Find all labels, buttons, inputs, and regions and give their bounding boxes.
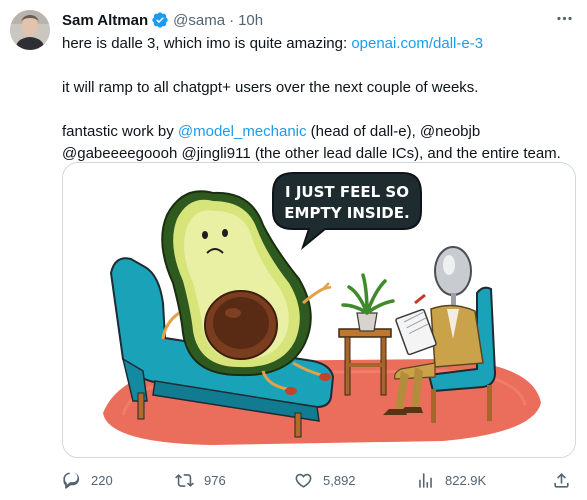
speech-text-line-1: I JUST FEEL SO [285,183,409,201]
paragraph-2: it will ramp to all chatgpt+ users over … [62,79,479,96]
paragraph-1: here is dalle 3, which imo is quite amaz… [62,33,577,55]
repost-count: 976 [204,472,226,488]
action-bar: 220 976 5,892 822.9K [62,468,577,492]
dalle-link[interactable]: openai.com/dall-e-3 [351,35,483,52]
views-count: 822.9K [445,472,487,488]
tweet: Sam Altman @sama · 10h here is dalle 3, … [0,0,587,500]
author-name[interactable]: Sam Altman [62,12,148,29]
repost-button[interactable]: 976 [175,468,226,492]
speech-text-line-2: EMPTY INSIDE. [284,204,409,222]
like-icon [295,473,312,488]
tweet-text: here is dalle 3, which imo is quite amaz… [62,33,577,165]
paragraph-3-prefix: fantastic work by [62,123,178,140]
tweet-header: Sam Altman @sama · 10h [62,10,263,30]
paragraph-3-rest: (head of dall-e), @neobjb [306,123,481,140]
share-button[interactable] [552,468,571,492]
views-button[interactable]: 822.9K [416,468,486,492]
share-icon [554,472,569,488]
more-options-icon[interactable] [550,6,578,30]
like-button[interactable]: 5,892 [294,468,356,492]
reply-count: 220 [91,472,113,488]
repost-icon [175,473,194,487]
illustration: I JUST FEEL SO EMPTY INSIDE. [63,163,575,457]
author-handle[interactable]: @sama [173,12,225,29]
timestamp[interactable]: 10h [238,12,263,29]
reply-button[interactable]: 220 [62,468,113,492]
reply-icon [63,472,80,489]
tweet-image[interactable]: I JUST FEEL SO EMPTY INSIDE. [62,162,576,458]
avatar[interactable] [10,10,50,50]
separator-dot: · [229,11,235,29]
avatar-image [10,10,50,50]
like-count: 5,892 [323,472,356,488]
plant-pot [356,312,378,332]
paragraph-3-line-1: fantastic work by @model_mechanic (head … [62,121,577,143]
verified-badge-icon [151,11,169,29]
views-icon [419,472,432,488]
mention-model-mechanic[interactable]: @model_mechanic [178,123,307,140]
paragraph-1-text: here is dalle 3, which imo is quite amaz… [62,35,352,52]
